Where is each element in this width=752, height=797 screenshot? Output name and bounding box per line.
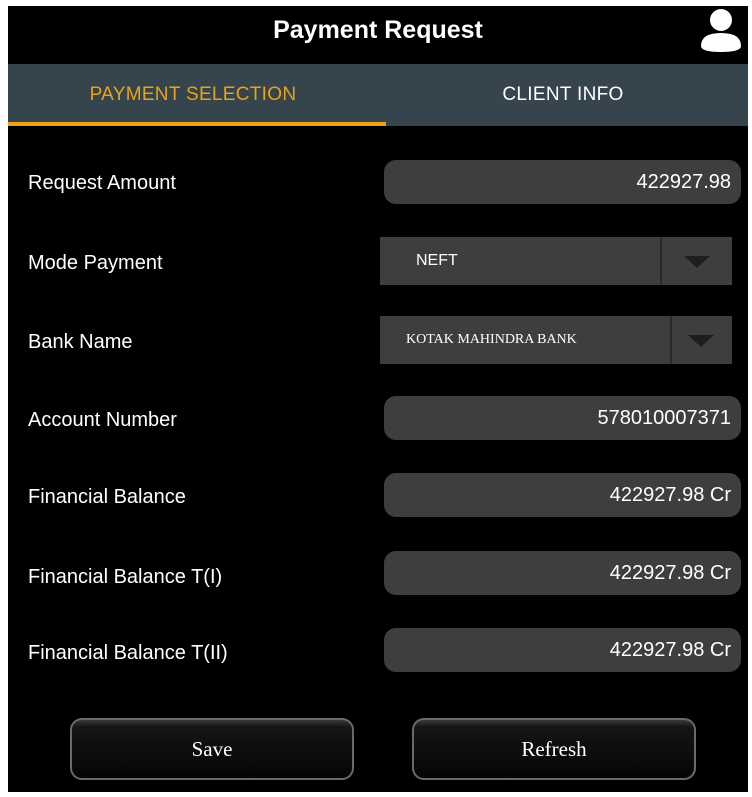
financial-balance-t2-field[interactable]: 422927.98 Cr xyxy=(384,628,741,672)
chevron-down-icon[interactable] xyxy=(688,335,714,347)
mode-payment-value: NEFT xyxy=(416,252,458,269)
financial-balance-t1-field[interactable]: 422927.98 Cr xyxy=(384,551,741,595)
title-bar: Payment Request xyxy=(8,6,748,64)
financial-balance-t2-label: Financial Balance T(II) xyxy=(28,642,228,664)
financial-balance-label: Financial Balance xyxy=(28,486,186,508)
bank-name-value: KOTAK MAHINDRA BANK xyxy=(406,332,577,347)
tab-client-info[interactable]: CLIENT INFO xyxy=(378,64,748,126)
mode-payment-select[interactable]: NEFT xyxy=(380,237,732,285)
bank-name-select[interactable]: KOTAK MAHINDRA BANK xyxy=(380,316,732,364)
financial-balance-t1-label: Financial Balance T(I) xyxy=(28,566,223,588)
app-screen: Payment Request PAYMENT SELECTION CLIENT… xyxy=(8,6,748,792)
page-title: Payment Request xyxy=(273,16,483,44)
request-amount-label: Request Amount xyxy=(28,172,176,194)
financial-balance-field[interactable]: 422927.98 Cr xyxy=(384,473,741,517)
account-number-label: Account Number xyxy=(28,409,177,431)
chevron-down-icon[interactable] xyxy=(684,256,710,268)
refresh-button[interactable]: Refresh xyxy=(412,718,696,780)
save-button[interactable]: Save xyxy=(70,718,354,780)
select-divider xyxy=(660,237,662,285)
mode-payment-label: Mode Payment xyxy=(28,252,163,274)
bank-name-label: Bank Name xyxy=(28,331,133,353)
active-tab-indicator xyxy=(8,122,386,126)
request-amount-field[interactable]: 422927.98 xyxy=(384,160,741,204)
select-divider xyxy=(670,316,672,364)
user-icon[interactable] xyxy=(700,8,742,52)
tab-payment-selection[interactable]: PAYMENT SELECTION xyxy=(8,64,378,126)
tab-bar: PAYMENT SELECTION CLIENT INFO xyxy=(8,64,748,126)
account-number-field[interactable]: 578010007371 xyxy=(384,396,741,440)
